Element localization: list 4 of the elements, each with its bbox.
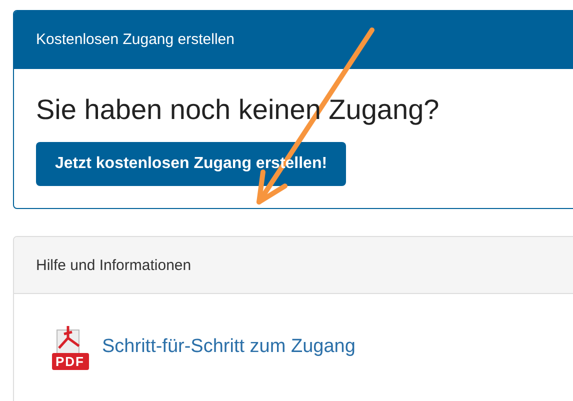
panel-heading: Kostenlosen Zugang erstellen	[14, 11, 573, 69]
panel-heading: Hilfe und Informationen	[14, 237, 573, 294]
question-heading: Sie haben noch keinen Zugang?	[36, 94, 440, 126]
guide-link[interactable]: Schritt-für-Schritt zum Zugang	[102, 336, 356, 358]
